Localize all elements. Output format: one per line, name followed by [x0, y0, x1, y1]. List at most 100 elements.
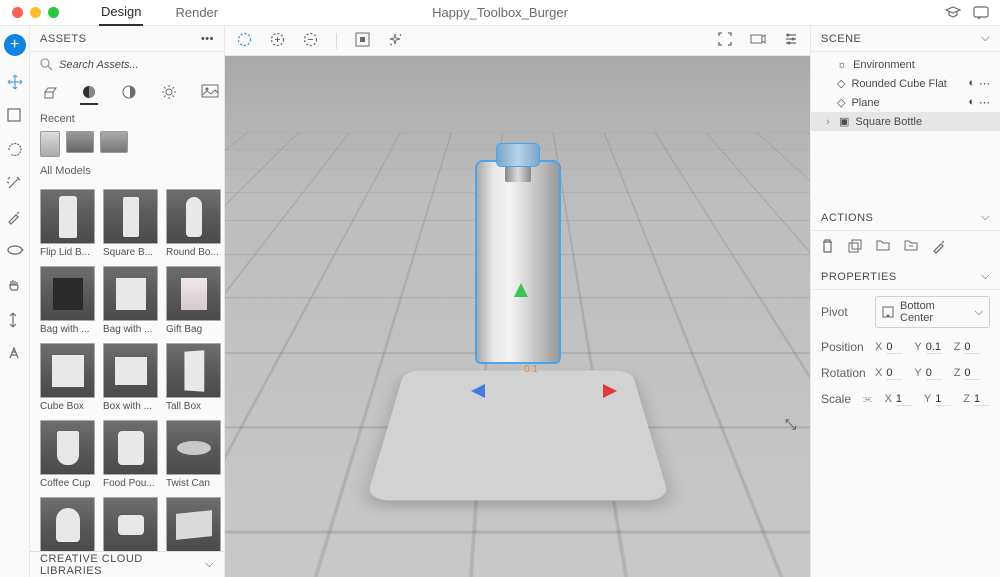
scene-item-label: Square Bottle — [855, 116, 922, 128]
category-shadows-icon[interactable] — [122, 85, 136, 101]
category-lights-icon[interactable] — [162, 85, 176, 101]
wand-tool-icon[interactable] — [7, 176, 23, 192]
marquee-select-icon[interactable] — [237, 32, 252, 50]
pivot-select[interactable]: Bottom Center ⌵ — [875, 296, 990, 328]
perspective-tool-icon[interactable] — [7, 346, 23, 362]
eyedropper-tool-icon[interactable] — [7, 210, 23, 226]
all-models-label: All Models — [30, 157, 224, 183]
chevron-down-icon: ⌵ — [205, 558, 214, 571]
chevron-down-icon[interactable]: ⌵ — [981, 32, 990, 45]
gizmo-y-arrow-icon[interactable] — [514, 276, 528, 297]
render-settings-icon[interactable] — [784, 32, 798, 49]
model-item[interactable]: Food Pou... — [103, 420, 158, 489]
chevron-down-icon[interactable]: ⌵ — [981, 211, 990, 224]
pan-tool-icon[interactable] — [7, 278, 23, 294]
transform-gizmo[interactable]: 0.1 — [494, 356, 614, 416]
add-button[interactable]: + — [4, 34, 26, 56]
link-scale-icon[interactable]: ⫘ — [863, 393, 873, 406]
options-icon[interactable]: ⋯ — [979, 96, 990, 109]
actions-row — [811, 231, 1000, 264]
title-bar: Design Render Happy_Toolbox_Burger — [0, 0, 1000, 26]
options-icon[interactable]: ⋯ — [979, 77, 990, 90]
close-window-icon[interactable] — [12, 7, 23, 18]
model-item[interactable]: Square B... — [103, 189, 158, 258]
scale-z-input[interactable]: 1 — [974, 393, 990, 406]
bottle-mesh[interactable] — [477, 144, 559, 362]
rotation-y-input[interactable]: 0 — [926, 367, 942, 380]
move-tool-icon[interactable] — [7, 74, 23, 90]
category-materials-icon[interactable] — [82, 85, 96, 101]
learn-icon[interactable] — [946, 6, 960, 20]
chevron-down-icon[interactable]: ⌵ — [981, 270, 990, 283]
search-placeholder: Search Assets... — [59, 59, 139, 71]
dolly-tool-icon[interactable] — [7, 312, 23, 328]
recent-label: Recent — [30, 105, 224, 131]
visibility-icon[interactable]: ◐ — [968, 96, 975, 109]
position-x-input[interactable]: 0 — [886, 341, 902, 354]
frame-selection-icon[interactable] — [355, 32, 370, 50]
model-item[interactable]: Flip Lid B... — [40, 189, 95, 258]
scale-y-input[interactable]: 1 — [935, 393, 951, 406]
model-item[interactable]: Round Bo... — [166, 189, 221, 258]
assets-menu-icon[interactable]: ••• — [201, 33, 214, 45]
scene-item-environment[interactable]: ☼ Environment — [811, 56, 1000, 74]
feedback-icon[interactable] — [974, 6, 988, 20]
select-tool-icon[interactable] — [7, 108, 23, 124]
tab-render[interactable]: Render — [173, 0, 220, 25]
model-item[interactable]: Gift Bag — [166, 266, 221, 335]
ungroup-folder-icon[interactable] — [904, 239, 918, 256]
gizmo-x-arrow-icon[interactable] — [603, 384, 624, 398]
scene-item-label: Plane — [851, 97, 879, 109]
cursor-icon: ⤡ — [785, 416, 796, 433]
rotation-x-input[interactable]: 0 — [886, 367, 902, 380]
category-models-icon[interactable] — [42, 85, 56, 101]
search-icon — [40, 58, 53, 71]
model-item[interactable] — [166, 497, 221, 551]
visibility-icon[interactable]: ◐ — [968, 77, 975, 90]
group-folder-icon[interactable] — [876, 239, 890, 256]
scene-item-label: Environment — [853, 59, 915, 71]
recent-thumb[interactable] — [100, 131, 128, 153]
camera-bookmark-icon[interactable] — [750, 32, 766, 49]
model-item[interactable]: Bag with ... — [103, 266, 158, 335]
eyedropper-icon[interactable] — [932, 239, 946, 256]
rotate-tool-icon[interactable] — [7, 142, 23, 158]
model-item[interactable]: Tall Box — [166, 343, 221, 412]
model-item[interactable]: Coffee Cup — [40, 420, 95, 489]
maximize-window-icon[interactable] — [48, 7, 59, 18]
properties-body: Pivot Bottom Center ⌵ Position X0 Y0.1 Z… — [811, 290, 1000, 412]
scene-item-cube[interactable]: ◇ Rounded Cube Flat ◐⋯ — [811, 74, 1000, 93]
fullscreen-icon[interactable] — [718, 32, 732, 49]
model-item[interactable]: Cube Box — [40, 343, 95, 412]
gizmo-z-arrow-icon[interactable] — [464, 384, 485, 398]
subtract-selection-icon[interactable] — [303, 32, 318, 50]
scale-x-input[interactable]: 1 — [896, 393, 912, 406]
position-z-input[interactable]: 0 — [964, 341, 980, 354]
effects-icon[interactable] — [388, 32, 403, 50]
scene-item-plane[interactable]: ◇ Plane ◐⋯ — [811, 93, 1000, 112]
recent-thumb[interactable] — [66, 131, 94, 153]
cc-libraries-bar[interactable]: CREATIVE CLOUD LIBRARIES ⌵ — [30, 551, 224, 577]
category-images-icon[interactable] — [202, 85, 218, 101]
model-item[interactable]: Box with ... — [103, 343, 158, 412]
search-input[interactable]: Search Assets... — [40, 58, 214, 71]
canvas-3d[interactable]: 0.1 ⤡ — [225, 56, 810, 577]
tool-column: + — [0, 26, 30, 577]
add-to-selection-icon[interactable] — [270, 32, 285, 50]
chevron-right-icon[interactable]: › — [823, 116, 833, 128]
recent-thumb[interactable] — [40, 131, 60, 157]
duplicate-icon[interactable] — [848, 239, 862, 256]
document-title: Happy_Toolbox_Burger — [432, 5, 568, 20]
rotation-z-input[interactable]: 0 — [964, 367, 980, 380]
viewport[interactable]: 0.1 ⤡ — [225, 26, 810, 577]
position-y-input[interactable]: 0.1 — [926, 341, 942, 354]
model-item[interactable]: Twist Can — [166, 420, 221, 489]
minimize-window-icon[interactable] — [30, 7, 41, 18]
scene-item-bottle[interactable]: › ▣ Square Bottle — [811, 112, 1000, 131]
model-item[interactable]: Bag with ... — [40, 266, 95, 335]
orbit-tool-icon[interactable] — [7, 244, 23, 260]
model-item[interactable] — [103, 497, 158, 551]
delete-icon[interactable] — [821, 239, 834, 256]
tab-design[interactable]: Design — [99, 0, 143, 26]
model-item[interactable] — [40, 497, 95, 551]
